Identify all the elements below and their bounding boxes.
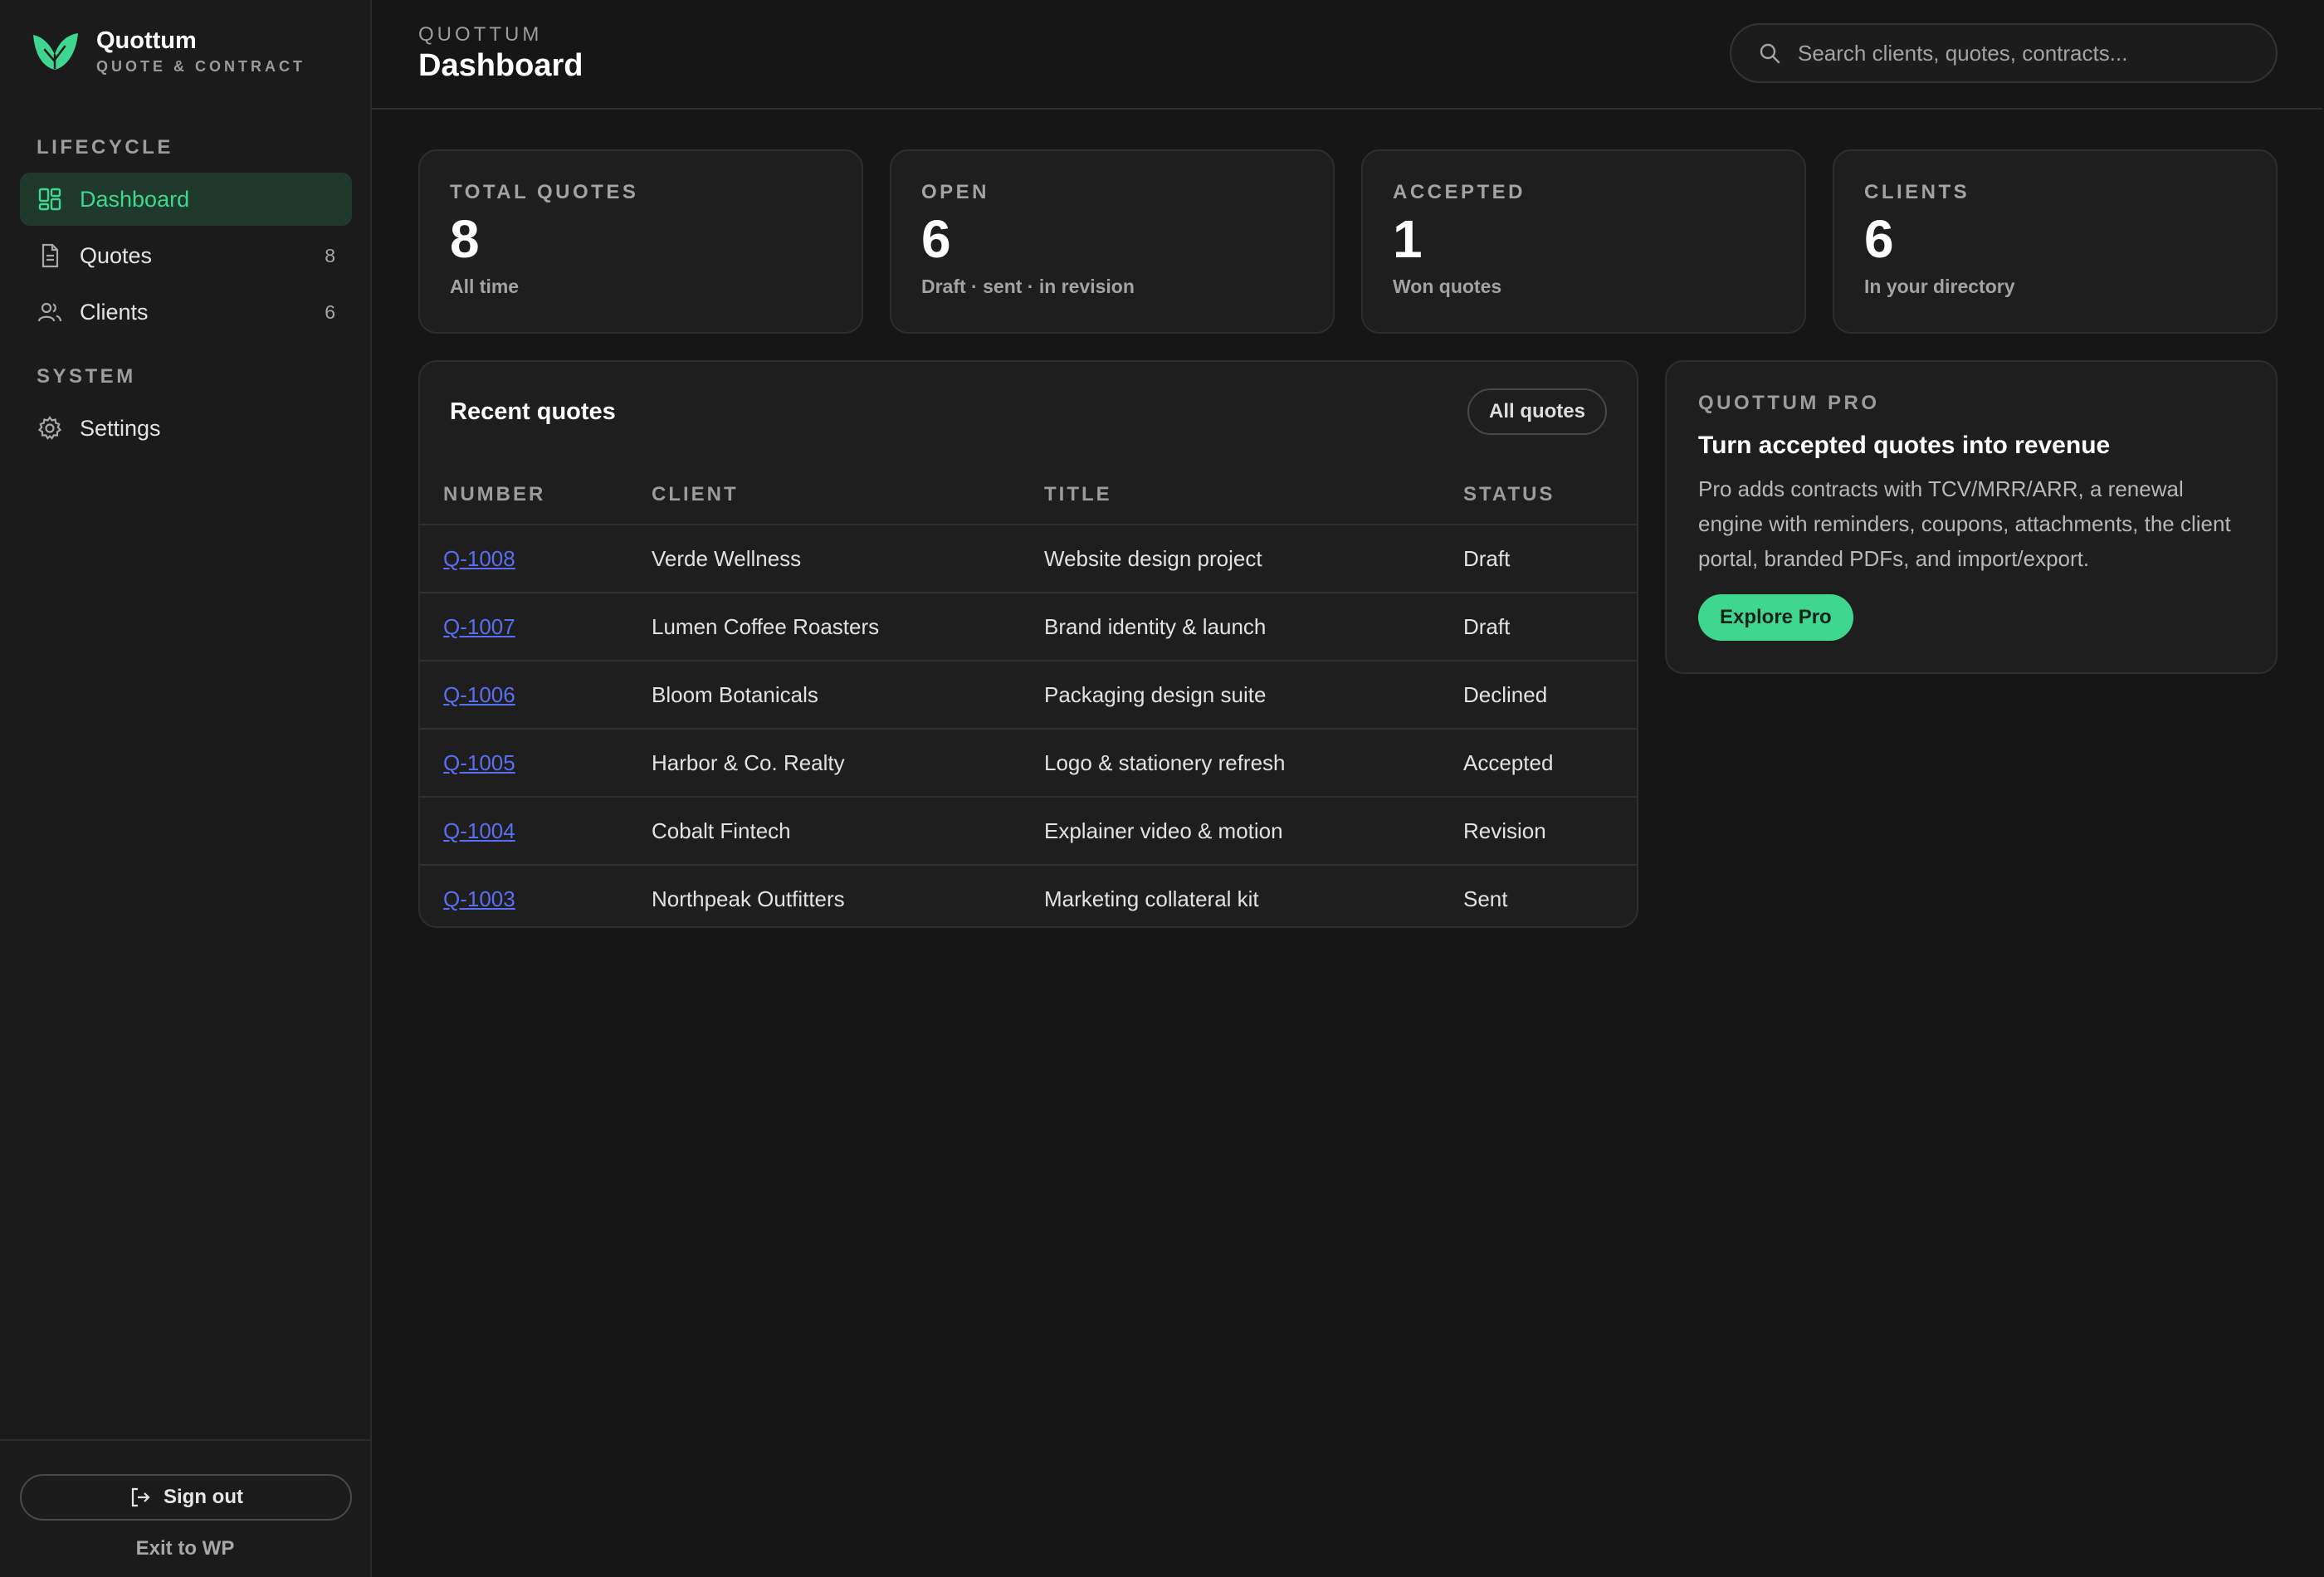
quote-title: Marketing collateral kit <box>1044 886 1259 911</box>
brand-name: Quottum <box>96 27 197 54</box>
table-row: Q-1004 Cobalt Fintech Explainer video & … <box>420 797 1637 866</box>
recent-quotes-card: Recent quotes All quotes NUMBER CLIENT T… <box>418 360 1638 928</box>
sidebar: Quottum QUOTE & CONTRACT LIFECYCLE Dashb… <box>0 0 372 1577</box>
quote-status: Revision <box>1440 797 1637 866</box>
quote-number-link[interactable]: Q-1005 <box>443 750 515 775</box>
pro-promo-card: QUOTTUM PRO Turn accepted quotes into re… <box>1665 360 2278 674</box>
quote-title: Explainer video & motion <box>1021 797 1440 866</box>
sidebar-item-settings[interactable]: Settings <box>20 402 352 455</box>
quotes-count: 8 <box>325 244 335 266</box>
stat-value: 8 <box>450 209 480 269</box>
sidebar-item-label: Dashboard <box>80 186 190 212</box>
exit-to-wp-link[interactable]: Exit to WP <box>0 1537 370 1560</box>
recent-quotes-table: NUMBER CLIENT TITLE STATUS Q-1008 Verde … <box>420 465 1637 926</box>
all-quotes-button[interactable]: All quotes <box>1467 388 1607 435</box>
quote-client: Bloom Botanicals <box>628 661 1021 730</box>
document-icon <box>37 242 63 269</box>
pro-description: Pro adds contracts with TCV/MRR/ARR, a r… <box>1698 476 2231 571</box>
sidebar-item-label: Clients <box>80 299 149 325</box>
sign-out-label: Sign out <box>164 1486 243 1508</box>
stat-card-accepted: ACCEPTED 1 Won quotes <box>1361 149 1806 334</box>
quote-number-link[interactable]: Q-1004 <box>443 818 515 843</box>
stat-value: 6 <box>921 209 951 269</box>
gear-icon <box>37 415 63 442</box>
sidebar-item-label: Quotes <box>80 242 153 268</box>
column-header-title: TITLE <box>1021 465 1440 525</box>
table-row: Q-1003 Northpeak Outfitters Marketing co… <box>420 865 1637 926</box>
explore-pro-button[interactable]: Explore Pro <box>1698 594 1853 641</box>
users-icon <box>37 299 63 325</box>
quote-number-link[interactable]: Q-1003 <box>443 886 515 911</box>
column-header-number: NUMBER <box>420 465 628 525</box>
quote-title: Brand identity & launch <box>1021 593 1440 662</box>
page-eyebrow: QUOTTUM <box>418 23 543 46</box>
column-header-status: STATUS <box>1440 465 1637 525</box>
table-header-row: NUMBER CLIENT TITLE STATUS <box>420 465 1637 525</box>
quote-number-link[interactable]: Q-1006 <box>443 682 515 707</box>
table-row: Q-1008 Verde Wellness Website design pro… <box>420 525 1637 593</box>
sidebar-item-clients[interactable]: Clients 6 <box>20 286 352 339</box>
search-input[interactable] <box>1798 40 2263 66</box>
quote-status: Sent <box>1463 886 1508 911</box>
sidebar-item-quotes[interactable]: Quotes 8 <box>20 229 352 282</box>
quote-status: Draft <box>1440 525 1637 593</box>
brand[interactable]: Quottum QUOTE & CONTRACT <box>30 27 305 76</box>
recent-quotes-title: Recent quotes <box>450 398 616 425</box>
stat-label: TOTAL QUOTES <box>450 181 639 203</box>
dashboard-icon <box>37 186 63 212</box>
nav-section-system: SYSTEM <box>37 365 136 388</box>
quote-status: Declined <box>1440 661 1637 730</box>
search-box[interactable] <box>1730 23 2278 83</box>
sidebar-item-dashboard[interactable]: Dashboard <box>20 173 352 226</box>
table-row: Q-1005 Harbor & Co. Realty Logo & statio… <box>420 729 1637 798</box>
quote-number-link[interactable]: Q-1007 <box>443 614 515 639</box>
clients-count: 6 <box>325 300 335 323</box>
quote-client: Cobalt Fintech <box>628 797 1021 866</box>
pro-title: Turn accepted quotes into revenue <box>1698 432 2111 459</box>
page-title: Dashboard <box>418 48 583 83</box>
quote-client: Lumen Coffee Roasters <box>628 593 1021 662</box>
stat-value: 6 <box>1864 209 1894 269</box>
brand-subtitle: QUOTE & CONTRACT <box>96 58 305 75</box>
nav-section-lifecycle: LIFECYCLE <box>37 136 173 159</box>
quote-client: Harbor & Co. Realty <box>628 729 1021 798</box>
quote-status: Accepted <box>1440 729 1637 798</box>
stat-card-total-quotes: TOTAL QUOTES 8 All time <box>418 149 863 334</box>
quote-client: Northpeak Outfitters <box>652 886 845 911</box>
leaf-icon <box>33 33 78 70</box>
pro-eyebrow: QUOTTUM PRO <box>1698 392 1880 414</box>
quote-title: Logo & stationery refresh <box>1021 729 1440 798</box>
stat-subtext: In your directory <box>1864 276 2015 297</box>
app-shell: Quottum QUOTE & CONTRACT LIFECYCLE Dashb… <box>0 0 2324 1577</box>
quote-client: Verde Wellness <box>628 525 1021 593</box>
sign-out-button[interactable]: Sign out <box>20 1474 352 1521</box>
table-row: Q-1006 Bloom Botanicals Packaging design… <box>420 661 1637 730</box>
quote-status: Draft <box>1440 593 1637 662</box>
stat-card-open: OPEN 6 Draft · sent · in revision <box>890 149 1335 334</box>
sidebar-item-label: Settings <box>80 415 161 441</box>
stat-card-clients: CLIENTS 6 In your directory <box>1833 149 2278 334</box>
main-content: QUOTTUM Dashboard TOTAL QUOTES 8 All tim… <box>372 0 2324 1577</box>
quote-title: Website design project <box>1021 525 1440 593</box>
stat-subtext: Won quotes <box>1393 276 1502 297</box>
stat-label: CLIENTS <box>1864 181 1970 203</box>
search-icon <box>1760 43 1780 64</box>
stat-value: 1 <box>1393 209 1423 269</box>
column-header-client: CLIENT <box>628 465 1021 525</box>
sign-out-icon <box>131 1487 150 1507</box>
quote-number-link[interactable]: Q-1008 <box>443 546 515 571</box>
sidebar-footer: Sign out Exit to WP <box>0 1439 370 1577</box>
stat-subtext: Draft · sent · in revision <box>921 276 1135 297</box>
stat-label: ACCEPTED <box>1393 181 1526 203</box>
table-row: Q-1007 Lumen Coffee Roasters Brand ident… <box>420 593 1637 662</box>
stat-subtext: All time <box>450 276 520 297</box>
stat-label: OPEN <box>921 181 990 203</box>
topbar: QUOTTUM Dashboard <box>372 0 2322 110</box>
quote-title: Packaging design suite <box>1021 661 1440 730</box>
